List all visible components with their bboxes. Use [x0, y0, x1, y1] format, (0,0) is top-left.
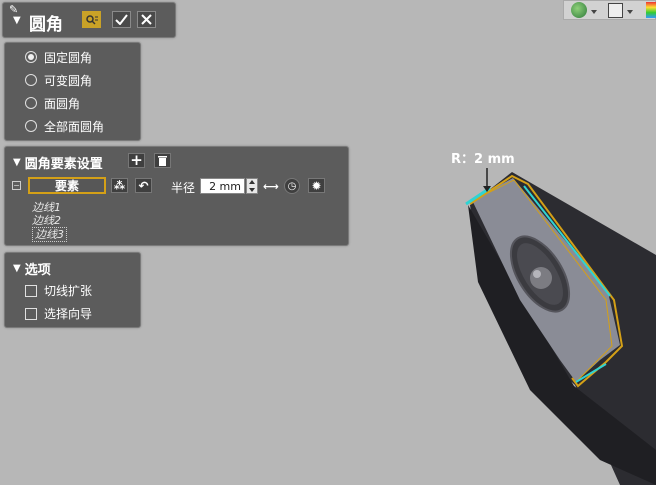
radio-button[interactable] [25, 51, 37, 63]
radius-label: 半径 [171, 181, 196, 195]
history-button[interactable]: ◷ [284, 178, 300, 194]
cancel-button[interactable] [137, 11, 156, 28]
fillet-type-panel: 固定圆角 可变圆角 面圆角 全部面圆角 [4, 42, 141, 141]
gear-icon: ✹ [311, 178, 322, 193]
section-header[interactable]: ▼ 选项 [13, 259, 51, 278]
undo-button[interactable]: ↶ [135, 178, 152, 193]
measure-icon[interactable]: ⟷ [263, 180, 279, 193]
radio-button[interactable] [25, 97, 37, 109]
undo-arrow-icon: ↶ [138, 178, 149, 193]
dropdown-arrow-icon[interactable] [627, 10, 633, 14]
radio-label: 可变圆角 [44, 73, 93, 88]
edge-list-item-selected[interactable]: 边线3 [32, 227, 67, 242]
radio-fixed-fillet[interactable]: 固定圆角 [25, 48, 92, 66]
fillet-element-settings-panel: ▼ 圆角要素设置 + − 要素 ⁂ ↶ 半径 2 mm ⟷ ◷ ✹ 边线1 边线… [4, 146, 349, 246]
dropdown-arrow-icon[interactable] [591, 10, 597, 14]
edge-list-item[interactable]: 边线1 [32, 201, 61, 214]
color-palette-icon[interactable] [646, 2, 656, 18]
filter-button[interactable]: ⁂ [111, 178, 128, 193]
add-element-button[interactable]: + [128, 153, 145, 168]
checkbox[interactable] [25, 307, 37, 320]
section-title: 圆角要素设置 [24, 157, 103, 172]
collapse-arrow-icon[interactable]: ▼ [13, 157, 21, 168]
fillet-title-panel: ✎ ▼ 圆角 [2, 2, 176, 38]
cube-view-icon[interactable] [608, 3, 623, 18]
preview-icon [85, 15, 98, 25]
render-mode-icon[interactable] [571, 2, 587, 18]
part-model[interactable] [465, 168, 656, 485]
radio-full-face-fillet[interactable]: 全部面圆角 [25, 117, 104, 135]
radio-label: 面圆角 [44, 96, 81, 111]
checkbox-selection-wizard[interactable]: 选择向导 [25, 305, 92, 322]
checkbox-label: 切线扩张 [44, 284, 93, 298]
preview-button[interactable] [82, 11, 101, 28]
section-title: 选项 [24, 263, 51, 278]
check-icon [115, 14, 128, 25]
trash-icon [158, 155, 167, 166]
ball [530, 267, 552, 289]
radio-label: 全部面圆角 [44, 119, 105, 134]
panel-title: 圆角 [29, 15, 63, 35]
section-header[interactable]: ▼ 圆角要素设置 [13, 153, 103, 172]
asterisk-icon: ⁂ [113, 179, 126, 192]
options-panel: ▼ 选项 切线扩张 选择向导 [4, 252, 141, 328]
edge-list-item[interactable]: 边线2 [32, 214, 61, 227]
tree-collapse-icon[interactable]: − [12, 181, 21, 190]
delete-element-button[interactable] [154, 153, 171, 168]
radius-spinner[interactable] [246, 178, 258, 194]
radio-variable-fillet[interactable]: 可变圆角 [25, 71, 92, 89]
clock-icon: ◷ [287, 180, 297, 192]
spinner-down-icon[interactable] [249, 188, 255, 192]
element-select-button[interactable]: 要素 [28, 177, 106, 194]
checkbox-tangent-propagation[interactable]: 切线扩张 [25, 282, 92, 299]
confirm-button[interactable] [112, 11, 131, 28]
radio-face-fillet[interactable]: 面圆角 [25, 94, 80, 112]
plus-icon: + [130, 151, 143, 169]
radio-button[interactable] [25, 120, 37, 132]
close-icon [141, 14, 152, 25]
collapse-arrow-icon[interactable]: ▼ [13, 263, 21, 274]
radio-button[interactable] [25, 74, 37, 86]
settings-button[interactable]: ✹ [308, 178, 325, 193]
radius-input[interactable]: 2 mm [200, 178, 245, 194]
radio-label: 固定圆角 [44, 50, 93, 65]
checkbox[interactable] [25, 284, 37, 297]
view-toolbar [563, 0, 656, 20]
spinner-up-icon[interactable] [249, 180, 255, 184]
collapse-arrow-icon[interactable]: ▼ [13, 15, 21, 26]
checkbox-label: 选择向导 [44, 307, 93, 321]
radius-dimension-label: R：2 mm [451, 152, 515, 167]
